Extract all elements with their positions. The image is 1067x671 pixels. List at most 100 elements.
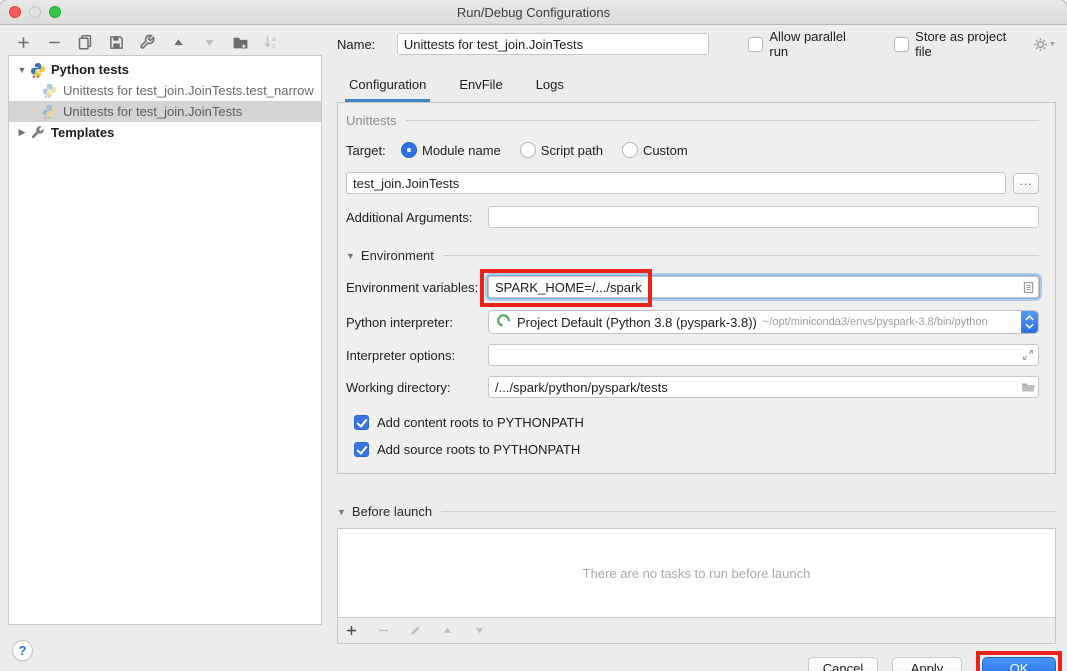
tab-envfile[interactable]: EnvFile	[457, 77, 504, 102]
radio-icon[interactable]	[622, 142, 638, 158]
wrench-icon	[30, 125, 46, 141]
empty-tasks-text: There are no tasks to run before launch	[583, 566, 811, 581]
tab-bar: Configuration EnvFile Logs	[347, 77, 1056, 102]
before-launch-section-header[interactable]: ▼ Before launch	[337, 504, 1056, 519]
copy-configuration-icon[interactable]	[76, 33, 94, 51]
tree-item-unittests-jointests[interactable]: Unittests for test_join.JoinTests	[9, 101, 321, 122]
allow-parallel-run-checkbox[interactable]: Allow parallel run	[748, 29, 866, 59]
chevron-down-icon[interactable]: ▼	[346, 251, 355, 261]
edit-task-icon[interactable]	[406, 622, 424, 640]
before-launch-title: Before launch	[352, 504, 432, 519]
add-content-roots-checkbox[interactable]: Add content roots to PYTHONPATH	[354, 415, 1039, 430]
configuration-editor: Name: Allow parallel run Store as projec…	[337, 32, 1056, 671]
add-content-roots-label: Add content roots to PYTHONPATH	[377, 415, 584, 430]
add-configuration-icon[interactable]	[14, 33, 32, 51]
python-tests-icon	[30, 62, 46, 78]
dialog-footer: Cancel Apply OK	[337, 651, 1056, 671]
target-custom-radio[interactable]: Custom	[622, 142, 688, 158]
move-up-icon[interactable]	[169, 33, 187, 51]
unittests-group-title: Unittests	[346, 113, 397, 128]
name-label: Name:	[337, 37, 397, 52]
combo-spinner-icon[interactable]	[1021, 311, 1038, 333]
tab-logs[interactable]: Logs	[534, 77, 566, 102]
ok-button[interactable]: OK	[982, 657, 1056, 671]
name-input[interactable]	[397, 33, 709, 55]
browse-button[interactable]: ...	[1013, 173, 1039, 194]
working-directory-field	[488, 376, 1039, 398]
radio-icon[interactable]	[520, 142, 536, 158]
python-interpreter-path: ~/opt/miniconda3/envs/pyspark-3.8/bin/py…	[763, 316, 1021, 328]
tree-item-unittests-test-narrow[interactable]: Unittests for test_join.JoinTests.test_n…	[9, 80, 321, 101]
checkbox-icon[interactable]	[748, 37, 763, 52]
store-as-project-file-checkbox[interactable]: Store as project file	[894, 29, 1024, 59]
edit-variables-icon[interactable]	[1018, 281, 1038, 294]
tree-item-label: Unittests for test_join.JoinTests.test_n…	[63, 83, 314, 98]
add-source-roots-label: Add source roots to PYTHONPATH	[377, 442, 580, 457]
store-options-gear-icon[interactable]: ▼	[1033, 37, 1056, 52]
python-test-icon	[42, 83, 58, 99]
remove-task-icon[interactable]	[374, 622, 392, 640]
add-source-roots-checkbox[interactable]: Add source roots to PYTHONPATH	[354, 442, 1039, 457]
tree-item-python-tests[interactable]: ▼ Python tests	[9, 59, 321, 80]
zoom-window-button[interactable]	[49, 6, 61, 18]
remove-configuration-icon[interactable]	[45, 33, 63, 51]
add-task-icon[interactable]	[342, 622, 360, 640]
interpreter-options-input[interactable]	[489, 348, 1018, 363]
conda-environment-icon	[496, 313, 512, 331]
minimize-window-button[interactable]	[29, 6, 41, 18]
window-title: Run/Debug Configurations	[457, 5, 610, 20]
target-module-name-radio[interactable]: Module name	[401, 142, 501, 158]
chevron-down-icon[interactable]: ▼	[16, 65, 28, 75]
radio-label: Script path	[541, 143, 603, 158]
expand-field-icon[interactable]	[1018, 349, 1038, 361]
python-interpreter-select[interactable]: Project Default (Python 3.8 (pyspark-3.8…	[488, 310, 1039, 334]
checkbox-checked-icon[interactable]	[354, 442, 369, 457]
environment-variables-label: Environment variables:	[346, 280, 488, 295]
chevron-right-icon[interactable]: ▶	[16, 127, 28, 138]
save-configuration-icon[interactable]	[107, 33, 125, 51]
svg-text:a: a	[272, 36, 276, 43]
target-script-path-radio[interactable]: Script path	[520, 142, 603, 158]
target-field	[346, 172, 1006, 194]
before-launch-toolbar	[337, 618, 1056, 644]
python-test-icon	[42, 104, 58, 120]
environment-section-header[interactable]: ▼ Environment	[346, 248, 1039, 263]
configurations-tree: ▼ Python tests Unittests for test_join.J…	[8, 55, 322, 625]
checkbox-icon[interactable]	[894, 37, 909, 52]
apply-button[interactable]: Apply	[892, 657, 962, 671]
additional-arguments-input[interactable]	[489, 210, 1038, 225]
additional-arguments-field	[488, 206, 1039, 228]
new-folder-icon[interactable]	[231, 33, 249, 51]
chevron-down-icon[interactable]: ▼	[337, 507, 346, 517]
tree-item-templates[interactable]: ▶ Templates	[9, 122, 321, 143]
tree-item-label: Python tests	[51, 62, 129, 77]
interpreter-options-field	[488, 344, 1039, 366]
radio-selected-icon[interactable]	[401, 142, 417, 158]
close-window-button[interactable]	[9, 6, 21, 18]
annotation-rectangle-ok: OK	[976, 651, 1062, 671]
move-task-down-icon[interactable]	[470, 622, 488, 640]
tab-configuration[interactable]: Configuration	[347, 77, 428, 102]
working-directory-input[interactable]	[489, 380, 1018, 395]
environment-variables-input[interactable]	[489, 280, 1018, 295]
target-input[interactable]	[347, 176, 1005, 191]
environment-section-title: Environment	[361, 248, 434, 263]
sort-configurations-icon[interactable]: az	[262, 33, 280, 51]
configurations-toolbar: az	[14, 31, 280, 53]
run-debug-configurations-dialog: Run/Debug Configurations az ▼ Pyt	[0, 0, 1067, 671]
before-launch-task-list: There are no tasks to run before launch	[337, 528, 1056, 618]
store-as-project-file-label: Store as project file	[915, 29, 1024, 59]
python-interpreter-label: Python interpreter:	[346, 315, 488, 330]
additional-arguments-label: Additional Arguments:	[346, 210, 488, 225]
move-down-icon[interactable]	[200, 33, 218, 51]
working-directory-label: Working directory:	[346, 380, 488, 395]
folder-icon[interactable]	[1018, 380, 1038, 394]
help-button[interactable]: ?	[12, 640, 33, 661]
python-interpreter-value: Project Default (Python 3.8 (pyspark-3.8…	[517, 315, 757, 330]
target-label: Target:	[346, 143, 394, 158]
cancel-button[interactable]: Cancel	[808, 657, 878, 671]
tree-item-label: Unittests for test_join.JoinTests	[63, 104, 242, 119]
move-task-up-icon[interactable]	[438, 622, 456, 640]
checkbox-checked-icon[interactable]	[354, 415, 369, 430]
edit-templates-icon[interactable]	[138, 33, 156, 51]
